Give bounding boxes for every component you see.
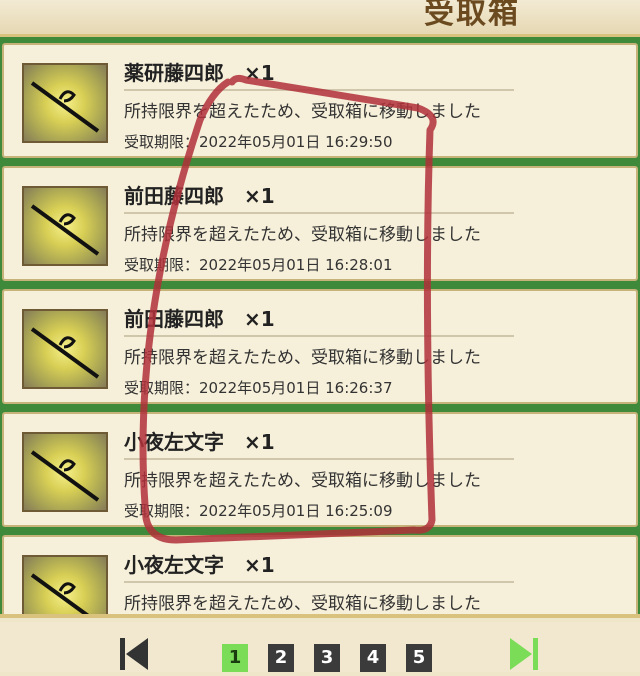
list-item[interactable]: 前田藤四郎 ×1 所持限界を超えたため、受取箱に移動しました 受取期限：2022… — [2, 289, 638, 404]
divider — [124, 89, 514, 91]
item-name: 薬研藤四郎 ×1 — [124, 61, 275, 85]
item-name: 小夜左文字 ×1 — [124, 430, 275, 454]
list-item[interactable]: 小夜左文字 ×1 所持限界を超えたため、受取箱に移動しました 受取期限：2022… — [2, 412, 638, 527]
receive-box-list[interactable]: 薬研藤四郎 ×1 所持限界を超えたため、受取箱に移動しました 受取期限：2022… — [0, 34, 640, 618]
divider — [124, 581, 514, 583]
item-message: 所持限界を超えたため、受取箱に移動しました — [124, 225, 481, 245]
divider — [124, 458, 514, 460]
item-deadline: 受取期限：2022年05月01日 16:25:09 — [124, 502, 393, 520]
divider — [124, 335, 514, 337]
list-item[interactable]: 小夜左文字 ×1 所持限界を超えたため、受取箱に移動しました — [2, 535, 638, 614]
item-deadline: 受取期限：2022年05月01日 16:26:37 — [124, 379, 393, 397]
divider — [124, 212, 514, 214]
item-name: 前田藤四郎 ×1 — [124, 184, 275, 208]
item-list: 薬研藤四郎 ×1 所持限界を超えたため、受取箱に移動しました 受取期限：2022… — [0, 43, 640, 614]
sword-icon — [22, 63, 108, 143]
item-deadline: 受取期限：2022年05月01日 16:29:50 — [124, 133, 393, 151]
first-page-icon[interactable] — [118, 636, 154, 672]
page-title: 受取箱 — [424, 0, 520, 31]
last-page-icon[interactable] — [506, 636, 542, 672]
header: 受取箱 — [0, 0, 640, 34]
list-item[interactable]: 薬研藤四郎 ×1 所持限界を超えたため、受取箱に移動しました 受取期限：2022… — [2, 43, 638, 158]
sword-icon — [22, 186, 108, 266]
item-name: 小夜左文字 ×1 — [124, 553, 275, 577]
sword-icon — [22, 432, 108, 512]
sword-icon — [22, 309, 108, 389]
sword-icon — [22, 555, 108, 614]
pagination: 1 2 3 4 5 — [0, 622, 640, 672]
page-button-4[interactable]: 4 — [360, 644, 386, 672]
item-deadline: 受取期限：2022年05月01日 16:28:01 — [124, 256, 393, 274]
item-message: 所持限界を超えたため、受取箱に移動しました — [124, 102, 481, 122]
item-name: 前田藤四郎 ×1 — [124, 307, 275, 331]
page-button-1[interactable]: 1 — [222, 644, 248, 672]
item-message: 所持限界を超えたため、受取箱に移動しました — [124, 594, 481, 614]
page-button-2[interactable]: 2 — [268, 644, 294, 672]
item-message: 所持限界を超えたため、受取箱に移動しました — [124, 471, 481, 491]
page-button-5[interactable]: 5 — [406, 644, 432, 672]
list-item[interactable]: 前田藤四郎 ×1 所持限界を超えたため、受取箱に移動しました 受取期限：2022… — [2, 166, 638, 281]
item-message: 所持限界を超えたため、受取箱に移動しました — [124, 348, 481, 368]
page-button-3[interactable]: 3 — [314, 644, 340, 672]
